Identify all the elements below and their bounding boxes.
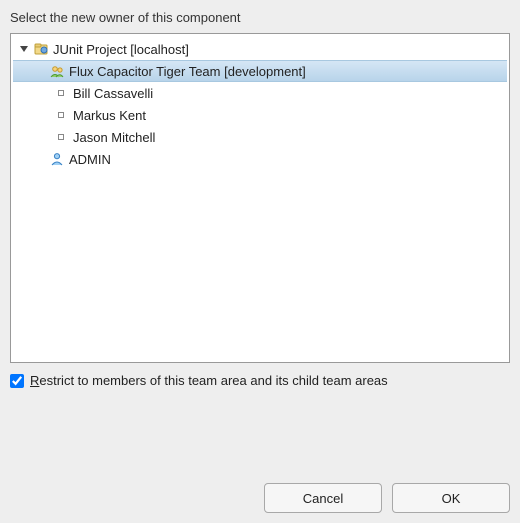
owner-tree[interactable]: JUnit Project [localhost] Flux Capacitor… (10, 33, 510, 363)
tree-node-member[interactable]: Bill Cassavelli (13, 82, 507, 104)
restrict-checkbox-row: Restrict to members of this team area an… (10, 373, 510, 388)
cancel-button[interactable]: Cancel (264, 483, 382, 513)
tree-node-label: ADMIN (69, 152, 111, 167)
bullet-icon (53, 85, 69, 101)
tree-node-member[interactable]: Markus Kent (13, 104, 507, 126)
tree-node-label: Flux Capacitor Tiger Team [development] (69, 64, 306, 79)
expander-placeholder (33, 152, 47, 166)
restrict-label[interactable]: Restrict to members of this team area an… (30, 373, 388, 388)
user-icon (49, 151, 65, 167)
project-icon (33, 41, 49, 57)
dialog-title: Select the new owner of this component (10, 10, 510, 25)
bullet-icon (53, 107, 69, 123)
tree-node-label: Markus Kent (73, 108, 146, 123)
expander-placeholder (33, 64, 47, 78)
tree-node-label: JUnit Project [localhost] (53, 42, 189, 57)
tree-node-team[interactable]: Flux Capacitor Tiger Team [development] (13, 60, 507, 82)
tree-node-label: Bill Cassavelli (73, 86, 153, 101)
button-bar: Cancel OK (10, 473, 510, 513)
restrict-checkbox[interactable] (10, 374, 24, 388)
expander-icon[interactable] (17, 42, 31, 56)
bullet-icon (53, 129, 69, 145)
tree-node-member[interactable]: Jason Mitchell (13, 126, 507, 148)
tree-node-label: Jason Mitchell (73, 130, 155, 145)
tree-node-admin[interactable]: ADMIN (13, 148, 507, 170)
ok-button[interactable]: OK (392, 483, 510, 513)
tree-node-project[interactable]: JUnit Project [localhost] (13, 38, 507, 60)
team-icon (49, 63, 65, 79)
